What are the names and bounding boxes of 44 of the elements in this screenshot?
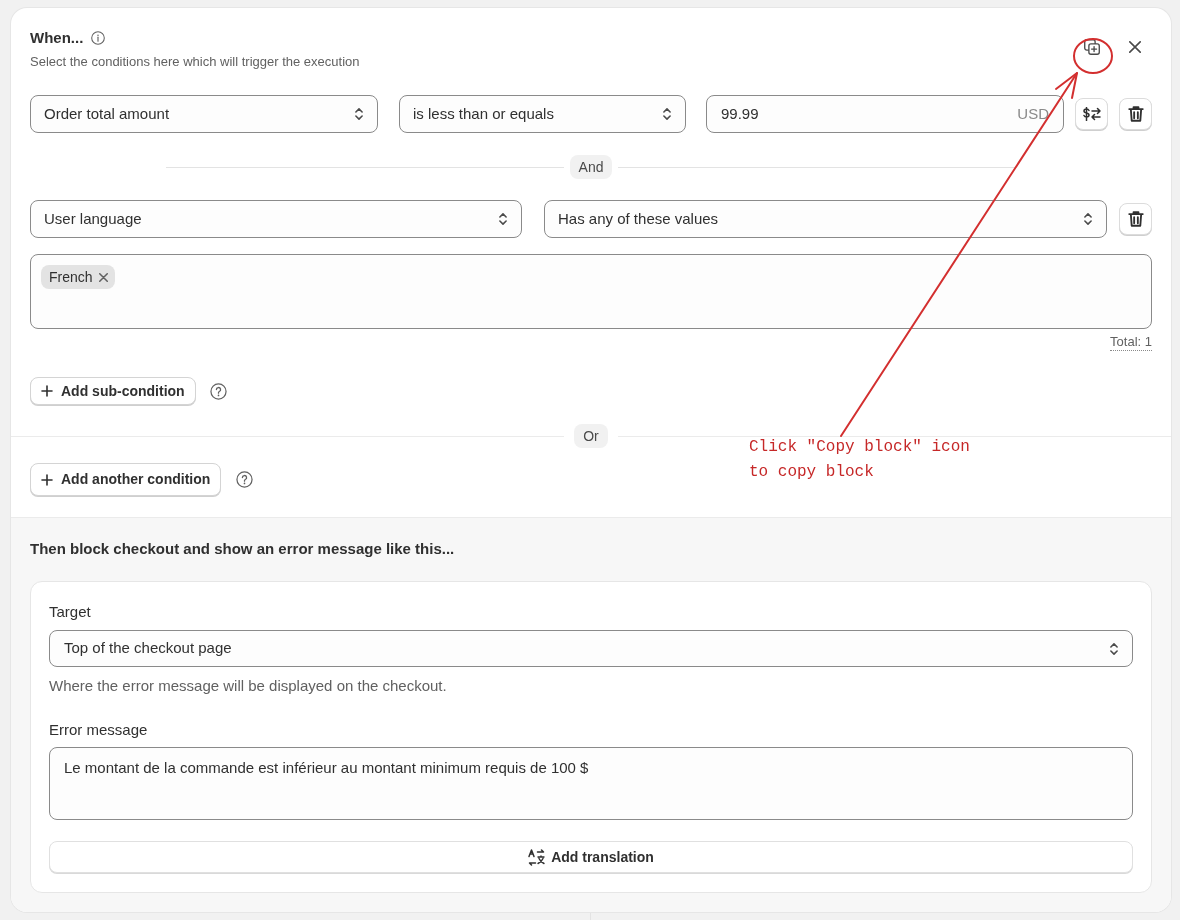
info-icon[interactable]	[91, 31, 106, 45]
chevron-icon	[499, 213, 507, 225]
remove-icon[interactable]	[98, 272, 108, 282]
close-icon[interactable]	[1129, 41, 1141, 53]
chevron-icon	[663, 108, 671, 120]
trash-icon	[1127, 211, 1144, 227]
section-title: Then block checkout and show an error message like this...	[30, 540, 456, 558]
annotation-note: Click "Copy block" icon to copy block	[749, 437, 971, 483]
highlight-circle	[1073, 38, 1113, 74]
operator-select[interactable]: is less than or equals	[399, 95, 686, 133]
help-icon[interactable]	[209, 382, 227, 400]
trash-icon	[1127, 106, 1144, 122]
field-label: Error message	[49, 721, 149, 739]
delete-button[interactable]	[1119, 98, 1152, 130]
joiner-label: Or	[574, 424, 608, 448]
translate-icon	[528, 848, 546, 866]
dollar-swap-icon	[1082, 107, 1101, 121]
copy-icon[interactable]	[1084, 39, 1100, 55]
plus-icon	[41, 385, 53, 397]
section-title: When...	[30, 28, 84, 48]
add-sub-condition-button[interactable]: Add sub-condition	[30, 377, 196, 405]
plus-icon	[41, 473, 53, 486]
currency-swap-button[interactable]	[1075, 98, 1108, 130]
tag-label: French	[49, 267, 93, 287]
operator-select[interactable]: Has any of these values	[544, 200, 1107, 238]
chevron-icon	[1084, 213, 1092, 225]
chevron-icon	[355, 108, 363, 120]
joiner-label: And	[569, 155, 613, 179]
help-icon[interactable]	[236, 471, 254, 488]
currency-suffix: USD	[1017, 103, 1049, 124]
delete-button[interactable]	[1119, 203, 1152, 235]
field-select[interactable]: User language	[30, 200, 522, 238]
add-translation-button[interactable]: Add translation	[49, 841, 1133, 873]
help-text: Where the error message will be displayed on the checkout.	[49, 677, 448, 695]
add-condition-button[interactable]: Add another condition	[30, 463, 222, 496]
field-select[interactable]: Order total amount	[30, 95, 378, 133]
section-subtitle: Select the conditions here which will trigger the execution	[30, 53, 360, 71]
error-message-textarea[interactable]: Le montant de la commande est inférieur au montant minimum requis de 100 $	[49, 747, 1133, 820]
field-label: Target	[49, 603, 92, 621]
chevron-icon	[1110, 642, 1118, 655]
total-count: Total: 1	[1110, 334, 1152, 351]
target-select[interactable]: Top of the checkout page	[49, 630, 1133, 667]
amount-input[interactable]: 99.99 USD	[706, 95, 1064, 133]
tag-input[interactable]: French	[30, 254, 1152, 329]
